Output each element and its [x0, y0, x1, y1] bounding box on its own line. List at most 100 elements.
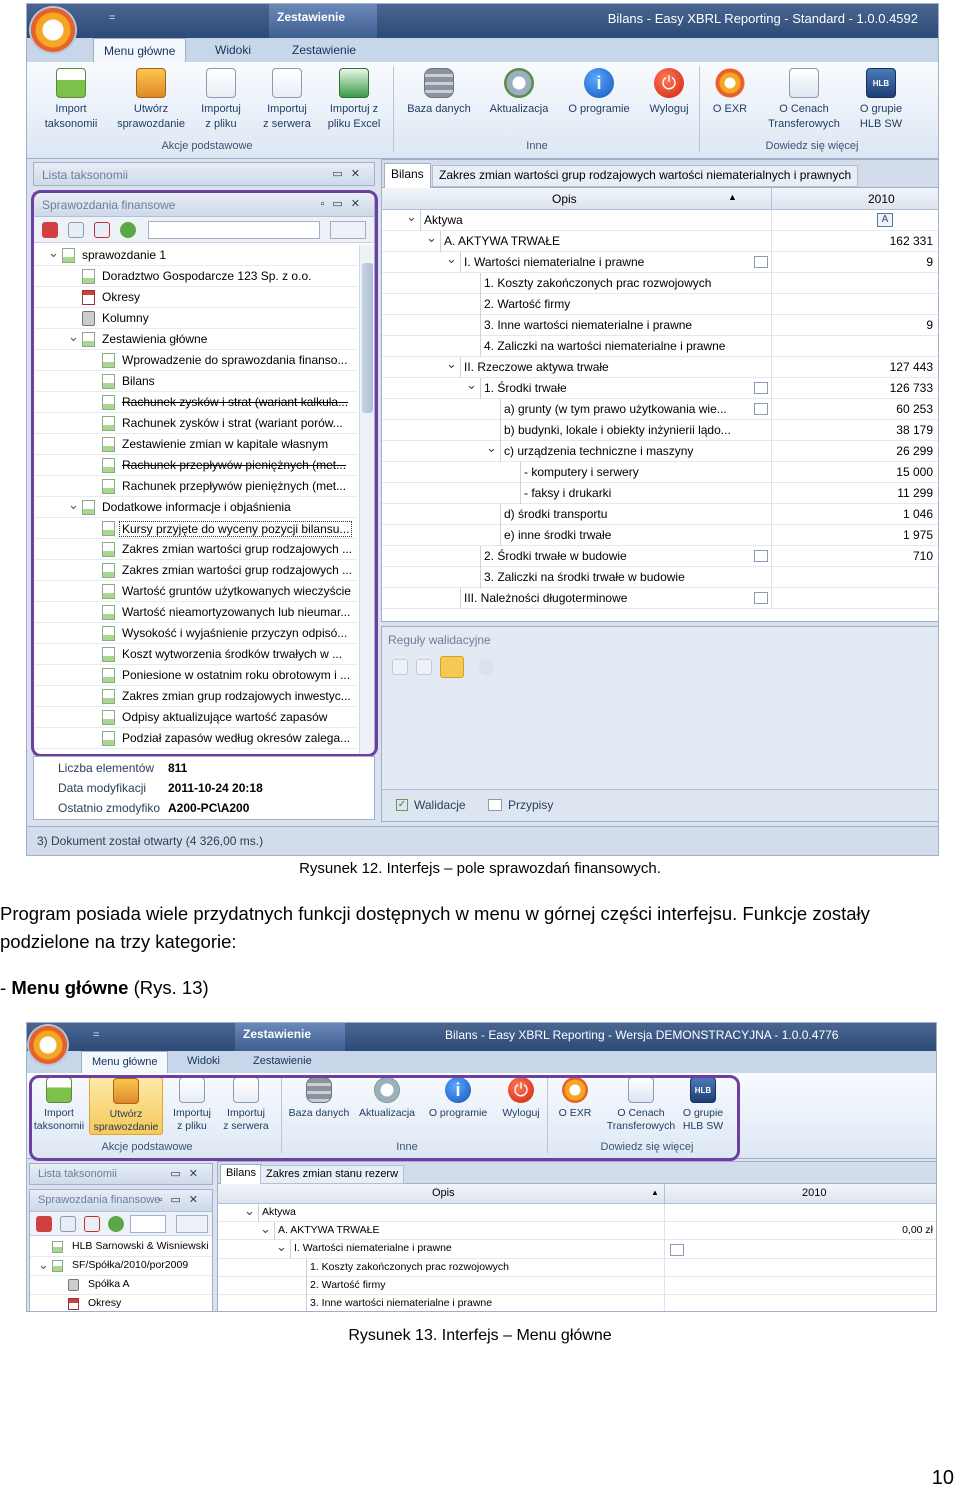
grid-row[interactable]: a) grunty (w tym prawo użytkowania wie..… — [382, 399, 938, 420]
grid-row[interactable]: ⌄ 1. Środki trwałe 126 733 — [382, 377, 938, 399]
tab-zestawienie[interactable]: Zestawienie — [243, 1051, 322, 1075]
grid-cell-value[interactable]: 15 000 — [896, 465, 933, 479]
grid-row[interactable]: e) inne środki trwałe 1 975 — [382, 525, 938, 546]
grid-row[interactable]: 3. Inne wartości niematerialne i prawne — [218, 1295, 936, 1311]
grid-cell-value[interactable]: 11 299 — [897, 486, 933, 500]
grid-row[interactable]: ⌄ Aktywa A — [382, 209, 938, 231]
open-icon[interactable] — [36, 1216, 52, 1232]
footnote-icon[interactable] — [754, 403, 768, 415]
view-dropdown[interactable] — [176, 1215, 208, 1233]
add-icon[interactable] — [60, 1216, 76, 1232]
validation-highlight-icon[interactable] — [440, 656, 464, 678]
expand-chevron-icon[interactable]: ⌄ — [276, 1239, 287, 1255]
tree-item[interactable]: HLB Sarnowski & Wisniewski — [30, 1238, 212, 1257]
ribbon-button-o-programie[interactable]: i O programie — [563, 68, 635, 117]
ribbon-button-utwórz-sprawozdanie[interactable]: Utwórz sprawozdanie — [115, 68, 187, 132]
grid-row[interactable]: 3. Zaliczki na środki trwałe w budowie — [382, 567, 938, 588]
grid-row[interactable]: 1. Koszty zakończonych prac rozwojowych — [218, 1258, 936, 1277]
grid-row[interactable]: 4. Zaliczki na wartości niematerialne i … — [382, 336, 938, 357]
grid-row[interactable]: d) środki transportu 1 046 — [382, 504, 938, 525]
grid-row[interactable]: 2. Środki trwałe w budowie 710 — [382, 546, 938, 567]
expand-chevron-icon[interactable]: ⌄ — [244, 1203, 255, 1219]
grid-row[interactable]: ⌄ Aktywa — [218, 1203, 936, 1223]
ribbon-button-import-taksonomii[interactable]: Import taksonomii — [41, 68, 101, 132]
footnote-icon[interactable] — [754, 592, 768, 604]
ribbon-button-baza-danych[interactable]: Baza danych — [401, 68, 477, 117]
grid-row[interactable]: ⌄ I. Wartości niematerialne i prawne — [218, 1239, 936, 1259]
footnote-icon[interactable] — [670, 1244, 684, 1257]
grid-row[interactable]: ⌄ A. AKTYWA TRWAŁE 0,00 zł — [218, 1221, 936, 1241]
expand-chevron-icon[interactable]: ⌄ — [260, 1221, 271, 1237]
ribbon-button-o-grupie-hlb-sw[interactable]: HLB O grupie HLB SW — [855, 68, 907, 132]
grid-row[interactable]: - faksy i drukarki 11 299 — [382, 483, 938, 504]
refresh-icon[interactable] — [108, 1216, 124, 1232]
context-tab-zestawienie[interactable]: Zestawienie — [269, 4, 377, 38]
grid-row[interactable]: ⌄ A. AKTYWA TRWAŁE 162 331 — [382, 230, 938, 252]
doc-tab-bilans[interactable]: Bilans — [220, 1164, 262, 1184]
context-tab-zestawienie[interactable]: Zestawienie — [235, 1023, 345, 1051]
grid-cell-value[interactable]: 710 — [913, 549, 933, 563]
ribbon-button-o-cenach-transferowych[interactable]: O Cenach Transferowych — [761, 68, 847, 132]
validation-icon[interactable] — [392, 659, 408, 675]
footnote-icon[interactable] — [754, 256, 768, 268]
quick-access-toolbar[interactable]: = — [93, 1029, 99, 1041]
footnote-icon[interactable] — [754, 382, 768, 394]
grid-row[interactable]: 2. Wartość firmy — [218, 1276, 936, 1295]
ribbon-button-importuj-z-pliku-excel[interactable]: Importuj z pliku Excel — [323, 68, 385, 132]
grid-cell-value[interactable]: 126 733 — [890, 381, 933, 395]
sort-asc-icon[interactable]: ▲ — [651, 1188, 659, 1197]
ribbon-button-o-exr[interactable]: O EXR — [707, 68, 753, 117]
expand-chevron-icon[interactable]: ⌄ — [38, 1257, 49, 1273]
quick-access-toolbar[interactable]: = — [109, 12, 115, 24]
grid-cell-value[interactable]: 1 975 — [903, 528, 933, 542]
tree-item[interactable]: Spółka A — [30, 1276, 212, 1295]
grid-cell-value[interactable]: 9 — [926, 318, 933, 332]
tab-menu-glowne[interactable]: Menu główne — [81, 1051, 169, 1073]
ribbon-button-importuj-z-pliku[interactable]: Importuj z pliku — [195, 68, 247, 132]
ribbon-button-importuj-z-serwera[interactable]: Importuj z serwera — [259, 68, 315, 132]
tab-widoki[interactable]: Widoki — [177, 1051, 230, 1075]
grid-row[interactable]: 2. Wartość firmy — [382, 294, 938, 315]
tab-przypisy[interactable]: Przypisy — [508, 798, 553, 812]
grid-cell-value[interactable]: 9 — [926, 255, 933, 269]
grid-cell-value[interactable]: 162 331 — [890, 234, 933, 248]
grid-row[interactable]: 1. Koszty zakończonych prac rozwojowych — [382, 273, 938, 294]
panel-window-buttons[interactable]: ▭✕ — [332, 167, 368, 180]
grid-cell-value[interactable]: 26 299 — [896, 444, 933, 458]
expand-chevron-icon[interactable]: ⌄ — [426, 230, 437, 246]
footnote-icon[interactable] — [754, 550, 768, 562]
tab-walidacje[interactable]: Walidacje — [414, 798, 466, 812]
tree-item[interactable]: Okresy — [30, 1295, 212, 1311]
grid-row[interactable]: III. Należności długoterminowe — [382, 588, 938, 609]
expand-chevron-icon[interactable]: ⌄ — [486, 440, 497, 456]
grid-cell-value[interactable]: 38 179 — [896, 423, 933, 437]
expand-chevron-icon[interactable]: ⌄ — [446, 251, 457, 267]
sort-asc-icon[interactable]: ▲ — [728, 192, 737, 202]
grid-cell-value[interactable]: 127 443 — [890, 360, 933, 374]
expand-chevron-icon[interactable]: ⌄ — [466, 377, 477, 393]
tab-zestawienie[interactable]: Zestawienie — [282, 38, 366, 62]
panel-window-buttons[interactable]: ▫▭✕ — [158, 1193, 206, 1206]
expand-chevron-icon[interactable]: ⌄ — [446, 356, 457, 372]
delete-icon[interactable] — [84, 1216, 100, 1232]
app-orb-icon[interactable] — [31, 8, 75, 52]
grid-cell-value[interactable]: 60 253 — [896, 402, 933, 416]
ribbon-button-wyloguj[interactable]: ⏻ Wyloguj — [641, 68, 697, 117]
validation-icon[interactable] — [416, 659, 432, 675]
tree-search-input[interactable] — [130, 1215, 166, 1233]
grid-col-opis[interactable]: Opis — [432, 1187, 455, 1199]
grid-col-2010[interactable]: 2010 — [868, 192, 895, 206]
doc-tab-bilans[interactable]: Bilans — [384, 163, 431, 188]
app-orb-icon[interactable] — [29, 1026, 67, 1064]
tab-widoki[interactable]: Widoki — [205, 38, 261, 62]
ribbon-button-aktualizacja[interactable]: Aktualizacja — [483, 68, 555, 117]
panel-window-buttons[interactable]: ▭✕ — [170, 1167, 206, 1180]
doc-tab-zakres[interactable]: Zakres zmian wartości grup rodzajowych w… — [432, 165, 859, 187]
expand-chevron-icon[interactable]: ⌄ — [406, 209, 417, 225]
grid-cell-value[interactable]: 1 046 — [903, 507, 933, 521]
grid-row[interactable]: ⌄ c) urządzenia techniczne i maszyny 26 29… — [382, 440, 938, 462]
info-icon[interactable] — [478, 659, 494, 675]
grid-cell-value[interactable]: 0,00 zł — [902, 1224, 933, 1236]
grid-row[interactable]: b) budynki, lokale i obiekty inżynierii … — [382, 420, 938, 441]
grid-row[interactable]: - komputery i serwery 15 000 — [382, 462, 938, 483]
